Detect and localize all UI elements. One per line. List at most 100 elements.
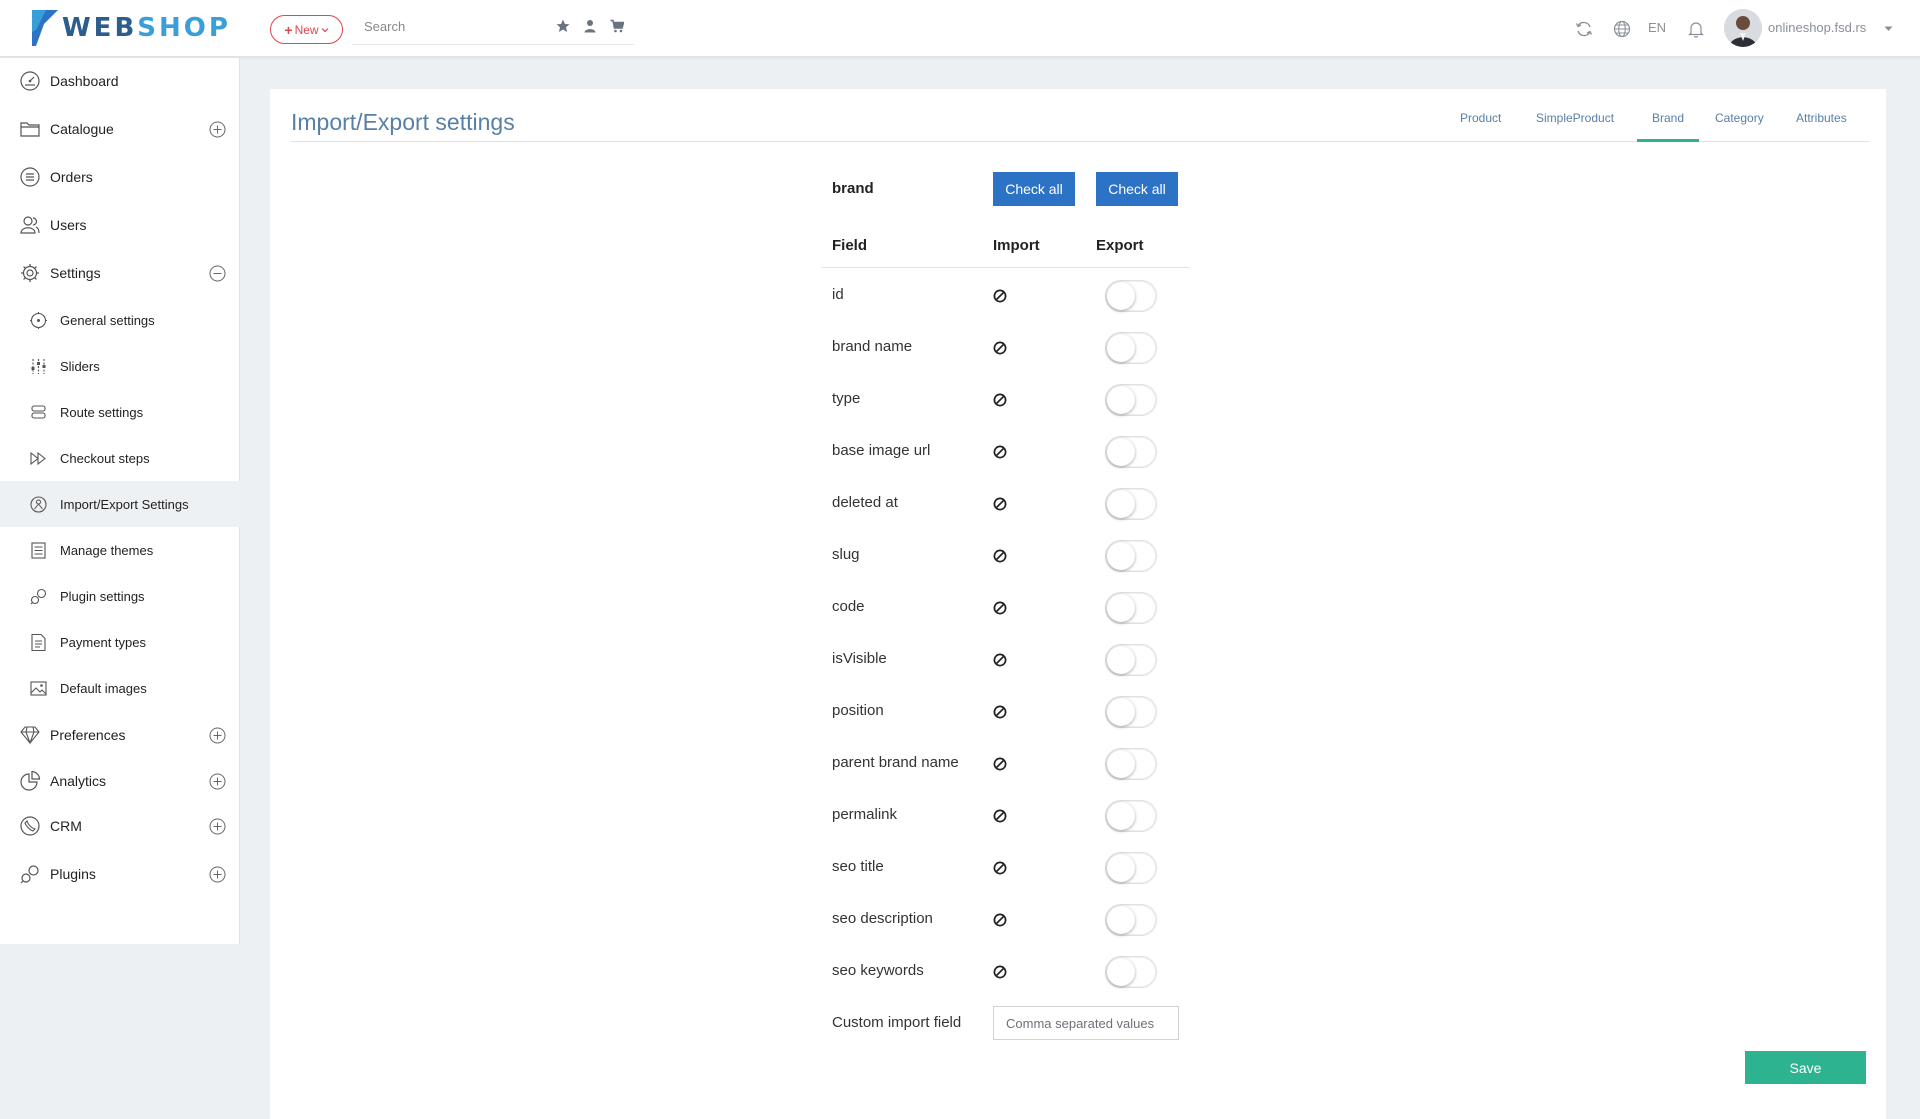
collapse-minus-icon[interactable] bbox=[209, 265, 226, 282]
field-name: deleted at bbox=[832, 494, 898, 511]
user-icon[interactable] bbox=[583, 19, 597, 33]
top-bar: WEBSHOP + New EN onlineshop.fsd.rs bbox=[0, 0, 1920, 57]
expand-plus-icon[interactable] bbox=[209, 773, 226, 790]
sidebar-item-dashboard[interactable]: Dashboard bbox=[0, 58, 240, 104]
export-toggle[interactable] bbox=[1105, 592, 1157, 624]
chevron-down-icon bbox=[321, 27, 329, 32]
sidebar-subitem-label: General settings bbox=[60, 312, 155, 328]
search-input[interactable] bbox=[364, 19, 544, 34]
field-name: parent brand name bbox=[832, 754, 959, 771]
sidebar-subitem-general-settings[interactable]: General settings bbox=[0, 297, 240, 343]
import-disabled-icon bbox=[993, 809, 1007, 823]
sidebar-item-users[interactable]: Users bbox=[0, 202, 240, 248]
custom-import-field-input[interactable] bbox=[993, 1006, 1179, 1040]
avatar[interactable] bbox=[1724, 9, 1762, 47]
export-toggle[interactable] bbox=[1105, 384, 1157, 416]
chevron-down-icon[interactable] bbox=[1884, 26, 1893, 32]
column-header-export: Export bbox=[1096, 237, 1144, 254]
toggle-knob bbox=[1107, 854, 1135, 882]
sidebar-subitem-manage-themes[interactable]: Manage themes bbox=[0, 527, 240, 573]
toggle-knob bbox=[1107, 958, 1135, 986]
export-toggle[interactable] bbox=[1105, 852, 1157, 884]
check-all-import-button[interactable]: Check all bbox=[993, 172, 1075, 206]
sidebar-item-analytics[interactable]: Analytics bbox=[0, 758, 240, 804]
toggle-knob bbox=[1107, 594, 1135, 622]
import-disabled-icon bbox=[993, 913, 1007, 927]
star-icon[interactable] bbox=[556, 19, 570, 33]
sliders-icon bbox=[31, 358, 46, 374]
globe-icon[interactable] bbox=[1612, 19, 1632, 39]
field-name: seo description bbox=[832, 910, 933, 927]
field-name: permalink bbox=[832, 806, 898, 823]
new-button[interactable]: + New bbox=[270, 15, 343, 44]
import-disabled-icon bbox=[993, 549, 1007, 563]
export-toggle[interactable] bbox=[1105, 644, 1157, 676]
field-name: type bbox=[832, 390, 861, 407]
export-toggle[interactable] bbox=[1105, 800, 1157, 832]
title-divider bbox=[291, 141, 1869, 142]
users-icon bbox=[20, 216, 40, 234]
language-selector[interactable]: EN bbox=[1648, 20, 1666, 35]
sidebar-subitem-import-export-settings[interactable]: Import/Export Settings bbox=[0, 481, 240, 527]
export-toggle[interactable] bbox=[1105, 956, 1157, 988]
export-toggle[interactable] bbox=[1105, 540, 1157, 572]
toggle-knob bbox=[1107, 906, 1135, 934]
expand-plus-icon[interactable] bbox=[209, 121, 226, 138]
sidebar-item-label: Dashboard bbox=[50, 73, 119, 89]
field-name: seo keywords bbox=[832, 962, 924, 979]
sidebar-subitem-label: Import/Export Settings bbox=[60, 496, 189, 512]
new-button-label: New bbox=[294, 22, 319, 37]
tab-product[interactable]: Product bbox=[1460, 111, 1501, 125]
toggle-knob bbox=[1107, 438, 1135, 466]
sidebar-item-preferences[interactable]: Preferences bbox=[0, 712, 240, 758]
sidebar-item-orders[interactable]: Orders bbox=[0, 154, 240, 200]
sidebar-item-crm[interactable]: CRM bbox=[0, 803, 240, 849]
sidebar-item-label: Orders bbox=[50, 169, 93, 185]
export-toggle[interactable] bbox=[1105, 904, 1157, 936]
plus-icon: + bbox=[284, 21, 293, 38]
main-card: Import/Export settings Product SimplePro… bbox=[270, 89, 1886, 1119]
sidebar-subitem-payment-types[interactable]: Payment types bbox=[0, 619, 240, 665]
tab-simpleproduct[interactable]: SimpleProduct bbox=[1536, 111, 1614, 125]
sidebar-subitem-sliders[interactable]: Sliders bbox=[0, 343, 240, 389]
sidebar-item-plugins[interactable]: Plugins bbox=[0, 851, 240, 897]
save-button[interactable]: Save bbox=[1745, 1051, 1866, 1084]
expand-plus-icon[interactable] bbox=[209, 866, 226, 883]
dashboard-icon bbox=[20, 71, 40, 91]
general-settings-icon bbox=[30, 311, 47, 329]
export-toggle[interactable] bbox=[1105, 332, 1157, 364]
sidebar-subitem-default-images[interactable]: Default images bbox=[0, 665, 240, 711]
expand-plus-icon[interactable] bbox=[209, 818, 226, 835]
export-toggle[interactable] bbox=[1105, 436, 1157, 468]
pie-chart-icon bbox=[20, 770, 41, 791]
webshop-logo[interactable]: WEBSHOP bbox=[32, 10, 231, 46]
sidebar-item-catalogue[interactable]: Catalogue bbox=[0, 106, 240, 152]
import-export-icon bbox=[30, 495, 47, 513]
sidebar-subitem-route-settings[interactable]: Route settings bbox=[0, 389, 240, 435]
custom-import-field-label: Custom import field bbox=[832, 1014, 962, 1031]
toggle-knob bbox=[1107, 802, 1135, 830]
refresh-icon[interactable] bbox=[1574, 19, 1594, 39]
check-all-export-button[interactable]: Check all bbox=[1096, 172, 1178, 206]
export-toggle[interactable] bbox=[1105, 696, 1157, 728]
sidebar-subitem-checkout-steps[interactable]: Checkout steps bbox=[0, 435, 240, 481]
sidebar-subitem-plugin-settings[interactable]: Plugin settings bbox=[0, 573, 240, 619]
username[interactable]: onlineshop.fsd.rs bbox=[1768, 20, 1866, 35]
export-toggle[interactable] bbox=[1105, 748, 1157, 780]
tab-category[interactable]: Category bbox=[1715, 111, 1764, 125]
sidebar-item-settings[interactable]: Settings bbox=[0, 250, 240, 296]
tab-attributes[interactable]: Attributes bbox=[1796, 111, 1847, 125]
sidebar-subitem-label: Checkout steps bbox=[60, 450, 150, 466]
toggle-knob bbox=[1107, 542, 1135, 570]
export-toggle[interactable] bbox=[1105, 280, 1157, 312]
toggle-knob bbox=[1107, 334, 1135, 362]
import-disabled-icon bbox=[993, 445, 1007, 459]
export-toggle[interactable] bbox=[1105, 488, 1157, 520]
cart-icon[interactable] bbox=[610, 19, 624, 33]
bell-icon[interactable] bbox=[1686, 19, 1706, 39]
expand-plus-icon[interactable] bbox=[209, 727, 226, 744]
toggle-knob bbox=[1107, 646, 1135, 674]
payment-icon bbox=[31, 633, 46, 651]
field-name: isVisible bbox=[832, 650, 887, 667]
tab-brand[interactable]: Brand bbox=[1652, 111, 1684, 125]
